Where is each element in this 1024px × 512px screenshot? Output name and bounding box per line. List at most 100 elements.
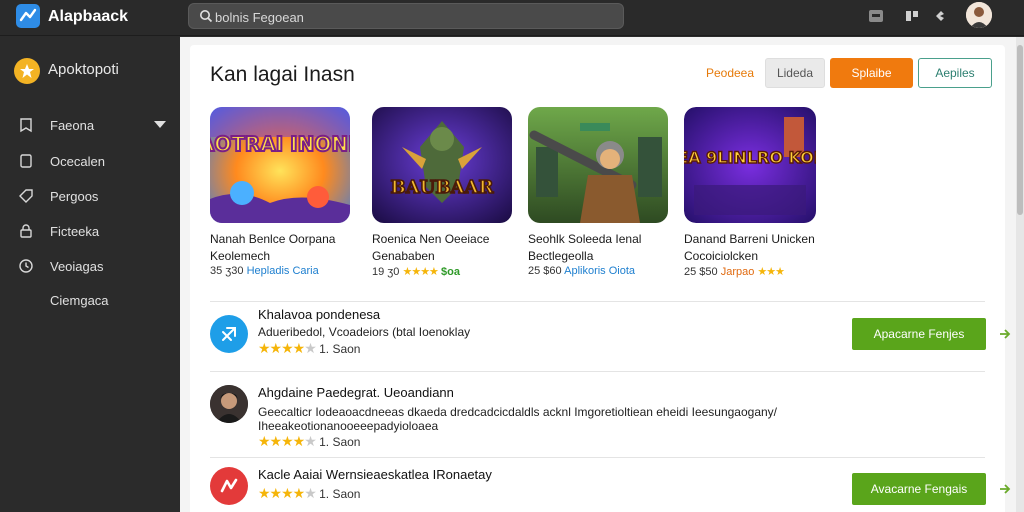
game-title: Nanah Benlce Oorpana Keolemech <box>210 231 360 265</box>
game-count: 35 ӡ30 <box>210 265 244 277</box>
game-title-line1: Seohlk Soleeda Ienal <box>528 232 642 246</box>
sidebar: Apoktopoti Faeona Ocecalen Pergoos Ficte… <box>0 37 180 512</box>
game-meta: 35 ӡ30 Hepladis Caria <box>210 265 370 277</box>
app-icon <box>210 385 248 423</box>
sidebar-item-faeona[interactable]: Faeona <box>0 110 180 140</box>
game-title-line2: Bectlegeolla <box>528 249 594 263</box>
game-title-line1: Danand Barreni Unicken <box>684 232 815 246</box>
device-icon <box>18 153 34 169</box>
clock-icon <box>18 258 34 274</box>
content-card: Kan lagai Inasn Peodeea Lideda Splaibe A… <box>190 45 1011 512</box>
divider <box>210 301 985 302</box>
app-logo-icon[interactable] <box>16 4 40 28</box>
page-title: Kan lagai Inasn <box>210 63 355 86</box>
notifications-icon[interactable] <box>866 6 886 26</box>
install-button[interactable]: Avacarne Fengais <box>852 473 986 505</box>
game-title-line1: Nanah Benlce Oorpana <box>210 232 336 246</box>
list-item-desc: Adueribedol, Vcoadeiors (btal Ioenoklay <box>258 325 471 339</box>
search-bar[interactable] <box>188 3 624 29</box>
star-rating-icon: ★★★★★ <box>258 433 317 449</box>
sidebar-item-pergoos[interactable]: Pergoos <box>0 181 180 211</box>
game-meta: 25 $60 Aplikoris Oiota <box>528 265 688 277</box>
game-title: Danand Barreni Unicken Cocoiciolcken <box>684 231 834 265</box>
settings-icon[interactable] <box>930 6 950 26</box>
list-item-rating: ★★★★★ 1. Saon <box>258 340 360 357</box>
header-button-splaibe[interactable]: Splaibe <box>830 58 913 88</box>
game-title: Seohlk Soleeda Ienal Bectlegeolla <box>528 231 678 265</box>
game-link[interactable]: Hepladis Caria <box>247 265 319 277</box>
list-item-title: Ahgdaine Paedegrat. Ueoandiann <box>258 385 454 400</box>
game-thumbnail[interactable] <box>528 107 668 223</box>
list-item[interactable]: Khalavoa pondenesa Adueribedol, Vcoadeio… <box>210 307 1011 367</box>
app-title: Alapbaack <box>48 8 129 25</box>
main-content: Kan lagai Inasn Peodeea Lideda Splaibe A… <box>180 37 1016 512</box>
app-icon <box>210 467 248 505</box>
star-rating-icon: ★★★★★ <box>258 485 317 501</box>
header-button-aepiles[interactable]: Aepiles <box>918 58 992 88</box>
list-item[interactable]: Ahgdaine Paedegrat. Ueoandiann Geecaltic… <box>210 377 985 455</box>
game-title-line2: Genababen <box>372 249 435 263</box>
sidebar-item-veoiagas[interactable]: Veoiagas <box>0 251 180 281</box>
sidebar-item-ocecalen[interactable]: Ocecalen <box>0 146 180 176</box>
game-title-line2: Keolemech <box>210 249 271 263</box>
rating-count: 1. Saon <box>319 435 361 449</box>
game-count: 19 ӡ0 <box>372 266 400 278</box>
sidebar-item-ficteeka[interactable]: Ficteeka <box>0 216 180 246</box>
install-button[interactable]: Apacarne Fenjes <box>852 318 986 350</box>
sidebar-item-label: Veoiagas <box>50 259 104 274</box>
scrollbar[interactable] <box>1016 37 1024 512</box>
brand-logo-icon <box>14 58 40 84</box>
game-card[interactable]: PUAOTRAI INONERS Nanah Benlce Oorpana Ke… <box>210 107 360 297</box>
game-logo-text: PUAOTRAI INONERS <box>210 132 350 156</box>
search-icon <box>199 9 213 28</box>
sidebar-item-label: Pergoos <box>50 189 99 204</box>
bookmark-icon <box>18 117 34 133</box>
game-card[interactable]: BAUBAAR Roenica Nen Oeeiace Genababen 19… <box>372 107 522 297</box>
lock-icon <box>18 223 34 239</box>
divider <box>210 457 985 458</box>
sidebar-item-label: Ficteeka <box>50 224 100 239</box>
game-thumbnail[interactable]: BAUBAAR <box>372 107 512 223</box>
arrow-right-icon[interactable] <box>996 325 1014 343</box>
list-item-desc: Geecalticr Iodeaoacdneeas dkaeda dredcad… <box>258 405 778 433</box>
sidebar-item-ciemgaca[interactable]: Ciemgaca <box>0 285 180 315</box>
list-item-title: Khalavoa pondenesa <box>258 307 381 322</box>
search-input[interactable] <box>215 8 615 26</box>
list-item-rating: ★★★★★ 1. Saon <box>258 433 360 450</box>
sidebar-item-label: Faeona <box>50 118 95 133</box>
game-link[interactable]: Jarpao <box>721 266 755 278</box>
star-rating-icon: ★★★ <box>757 266 785 278</box>
scrollbar-thumb[interactable] <box>1017 45 1023 215</box>
game-title: Roenica Nen Oeeiace Genababen <box>372 231 522 265</box>
brand-name: Apoktopoti <box>48 61 119 78</box>
top-bar: Alapbaack <box>0 0 1024 36</box>
list-item-title: Kacle Aaiai Wernsieaeskatlea IRonaetay <box>258 467 492 482</box>
list-item[interactable]: Kacle Aaiai Wernsieaeskatlea IRonaetay ★… <box>210 463 1011 512</box>
game-meta: 25 $50 Jarpao ★★★ <box>684 265 844 278</box>
game-thumbnail[interactable]: GNMEA 9LINLRO KOBORD <box>684 107 824 223</box>
game-card[interactable]: Seohlk Soleeda Ienal Bectlegeolla 25 $60… <box>528 107 678 297</box>
star-rating-icon: ★★★★ <box>402 266 438 278</box>
tag-icon <box>18 188 34 204</box>
game-logo-text: GNMEA 9LINLRO KOBORD <box>684 148 816 167</box>
sidebar-item-label: Ciemgaca <box>50 293 109 308</box>
game-title-line2: Cocoiciolcken <box>684 249 759 263</box>
game-price: $oa <box>440 266 460 278</box>
game-meta: 19 ӡ0 ★★★★ $oa <box>372 265 532 278</box>
header-button-lideda[interactable]: Lideda <box>765 58 825 88</box>
app-icon <box>210 315 248 353</box>
user-avatar[interactable] <box>966 2 992 28</box>
library-icon[interactable] <box>902 6 922 26</box>
arrow-right-icon[interactable] <box>996 480 1014 498</box>
game-logo-text: BAUBAAR <box>391 177 495 198</box>
game-thumbnail[interactable]: PUAOTRAI INONERS <box>210 107 350 223</box>
list-item-rating: ★★★★★ 1. Saon <box>258 485 360 502</box>
rating-count: 1. Saon <box>319 487 361 501</box>
game-count: 25 $60 <box>528 265 562 277</box>
chevron-down-icon[interactable] <box>154 121 166 128</box>
game-title-line1: Roenica Nen Oeeiace <box>372 232 490 246</box>
game-link[interactable]: Aplikoris Oiota <box>564 265 635 277</box>
rating-count: 1. Saon <box>319 342 361 356</box>
header-button-peodeea[interactable]: Peodeea <box>695 58 765 88</box>
game-card[interactable]: GNMEA 9LINLRO KOBORD Danand Barreni Unic… <box>684 107 834 297</box>
